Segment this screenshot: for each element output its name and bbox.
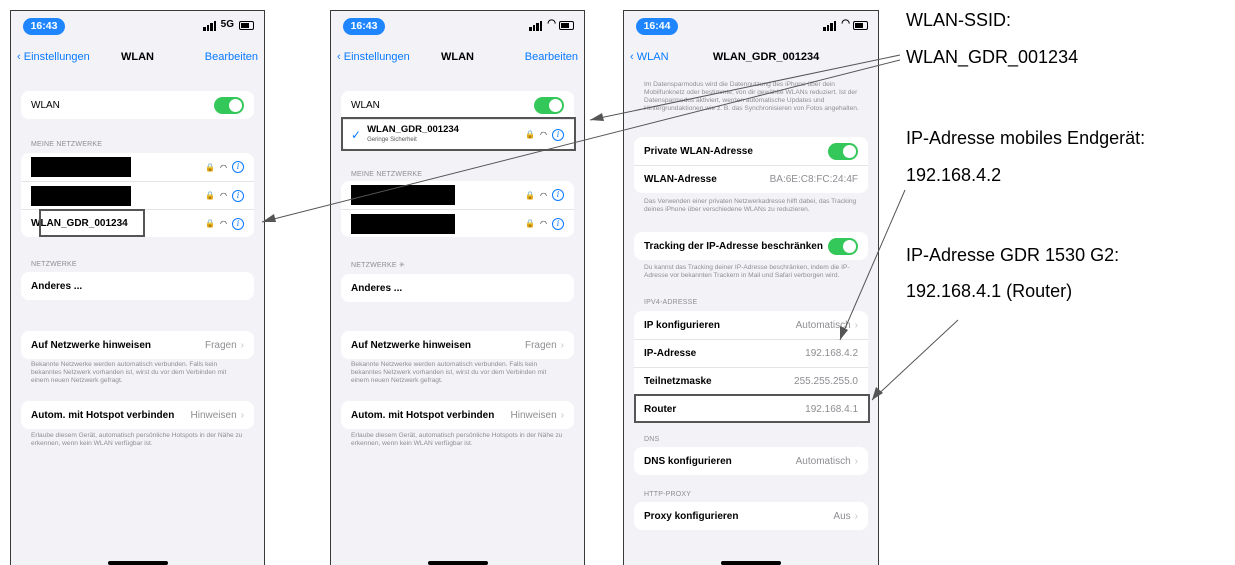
callout-line-router-ip xyxy=(871,319,959,401)
arrowhead-icon xyxy=(872,387,883,400)
arrowhead-icon xyxy=(840,326,848,340)
callout-line-ssid-2 xyxy=(261,59,901,223)
arrowhead-icon xyxy=(590,113,604,121)
callout-line-device-ip xyxy=(839,189,906,341)
annotation-ssid-value: WLAN_GDR_001234 xyxy=(906,47,1079,67)
annotation-gdr-ip-title: IP-Adresse GDR 1530 G2: xyxy=(906,245,1120,265)
annotation-device-ip-title: IP-Adresse mobiles Endgerät: xyxy=(906,128,1146,148)
callout-line-ssid xyxy=(589,54,901,121)
annotation-ssid-title: WLAN-SSID: xyxy=(906,10,1012,30)
annotation-device-ip-value: 192.168.4.2 xyxy=(906,165,1002,185)
arrowhead-icon xyxy=(262,214,276,222)
annotation-gdr-ip-value: 192.168.4.1 (Router) xyxy=(906,281,1073,301)
